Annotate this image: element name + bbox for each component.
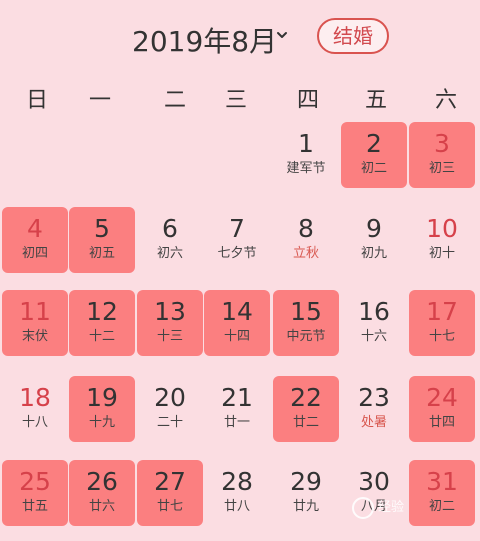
day-number: 8 (298, 214, 314, 243)
day-cell-12[interactable]: 12 十二 (69, 290, 135, 356)
day-cell-1[interactable]: 1 建军节 (273, 122, 339, 188)
day-cell-5[interactable]: 5 初五 (69, 207, 135, 273)
lunar-label: 十八 (21, 415, 48, 430)
day-number: 11 (19, 297, 51, 326)
lunar-label: 十三 (156, 329, 183, 344)
calendar-grid: 1 建军节 2 初二 3 初三 4 初四 5 初五 6 初六 7 七夕节 8 立秋 9 初九 10 初十 11 末伏 12 十… (0, 0, 480, 541)
day-cell-16[interactable]: 16 十六 (341, 290, 407, 356)
day-number: 18 (19, 383, 51, 412)
lunar-label: 初二 (360, 161, 387, 176)
lunar-label: 初三 (428, 161, 455, 176)
lunar-label: 十二 (88, 329, 115, 344)
day-number: 26 (86, 467, 118, 496)
lunar-label: 初六 (156, 246, 183, 261)
lunar-label: 初九 (360, 246, 387, 261)
lunar-label: 十四 (223, 329, 250, 344)
lunar-label: 廿八 (223, 499, 250, 514)
day-number: 4 (27, 214, 43, 243)
day-number: 30 (358, 467, 390, 496)
lunar-label: 七夕节 (217, 246, 257, 261)
day-cell-6[interactable]: 6 初六 (137, 207, 203, 273)
lunar-label: 二十 (156, 415, 183, 430)
day-number: 24 (426, 383, 458, 412)
calendar-page: 2019年8月 结婚 日 一 二 三 四 五 六 1 建军节 2 初二 3 初三 4 初四 5 初… (0, 0, 480, 541)
day-cell-28[interactable]: 28 廿八 (204, 460, 270, 526)
day-number: 17 (426, 297, 458, 326)
day-number: 23 (358, 383, 390, 412)
day-cell-10[interactable]: 10 初十 (409, 207, 475, 273)
paw-icon (352, 496, 374, 519)
day-cell-3[interactable]: 3 初三 (409, 122, 475, 188)
lunar-label: 处暑 (360, 415, 387, 430)
lunar-label: 廿五 (21, 499, 48, 514)
day-number: 5 (94, 214, 110, 243)
day-cell-7[interactable]: 7 七夕节 (204, 207, 270, 273)
day-number: 3 (434, 129, 450, 158)
lunar-label: 廿九 (292, 499, 319, 514)
day-cell-9[interactable]: 9 初九 (341, 207, 407, 273)
lunar-label: 廿四 (428, 415, 455, 430)
day-cell-21[interactable]: 21 廿一 (204, 376, 270, 442)
lunar-label: 廿二 (292, 415, 319, 430)
day-number: 22 (290, 383, 322, 412)
lunar-label: 初十 (428, 246, 455, 261)
day-number: 2 (366, 129, 382, 158)
day-cell-8[interactable]: 8 立秋 (273, 207, 339, 273)
day-number: 7 (229, 214, 245, 243)
day-cell-13[interactable]: 13 十三 (137, 290, 203, 356)
day-cell-15[interactable]: 15 中元节 (273, 290, 339, 356)
day-number: 12 (86, 297, 118, 326)
day-number: 25 (19, 467, 51, 496)
day-cell-29[interactable]: 29 廿九 (273, 460, 339, 526)
day-cell-25[interactable]: 25 廿五 (2, 460, 68, 526)
day-cell-26[interactable]: 26 廿六 (69, 460, 135, 526)
day-cell-19[interactable]: 19 十九 (69, 376, 135, 442)
day-cell-24[interactable]: 24 廿四 (409, 376, 475, 442)
day-cell-20[interactable]: 20 二十 (137, 376, 203, 442)
lunar-label: 立秋 (292, 246, 319, 261)
lunar-label: 初五 (88, 246, 115, 261)
day-number: 14 (221, 297, 253, 326)
day-number: 10 (426, 214, 458, 243)
day-cell-14[interactable]: 14 十四 (204, 290, 270, 356)
lunar-label: 十七 (428, 329, 455, 344)
lunar-label: 初四 (21, 246, 48, 261)
day-number: 29 (290, 467, 322, 496)
day-number: 21 (221, 383, 253, 412)
lunar-label: 廿七 (156, 499, 183, 514)
day-number: 9 (366, 214, 382, 243)
day-number: 15 (290, 297, 322, 326)
watermark: 经验 (352, 496, 472, 522)
lunar-label: 末伏 (21, 329, 48, 344)
day-number: 27 (154, 467, 186, 496)
watermark-text: 经验 (378, 500, 405, 515)
day-number: 6 (162, 214, 178, 243)
day-number: 1 (298, 129, 314, 158)
lunar-label: 廿一 (223, 415, 250, 430)
day-number: 31 (426, 467, 458, 496)
day-number: 20 (154, 383, 186, 412)
day-cell-4[interactable]: 4 初四 (2, 207, 68, 273)
day-cell-23[interactable]: 23 处暑 (341, 376, 407, 442)
lunar-label: 廿六 (88, 499, 115, 514)
day-number: 28 (221, 467, 253, 496)
day-cell-22[interactable]: 22 廿二 (273, 376, 339, 442)
day-number: 13 (154, 297, 186, 326)
lunar-label: 十六 (360, 329, 387, 344)
lunar-label: 建军节 (286, 161, 326, 176)
day-cell-17[interactable]: 17 十七 (409, 290, 475, 356)
day-cell-18[interactable]: 18 十八 (2, 376, 68, 442)
day-number: 16 (358, 297, 390, 326)
lunar-label: 中元节 (286, 329, 326, 344)
day-cell-27[interactable]: 27 廿七 (137, 460, 203, 526)
day-cell-11[interactable]: 11 末伏 (2, 290, 68, 356)
lunar-label: 十九 (88, 415, 115, 430)
day-number: 19 (86, 383, 118, 412)
day-cell-2[interactable]: 2 初二 (341, 122, 407, 188)
